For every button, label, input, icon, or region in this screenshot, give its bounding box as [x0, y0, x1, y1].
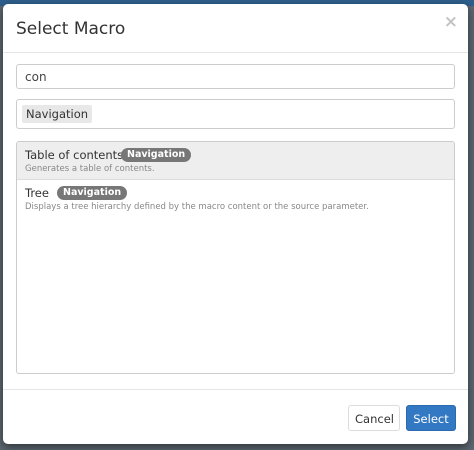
- macro-description: Displays a tree hierarchy defined by the…: [25, 202, 369, 212]
- category-badge: Navigation: [121, 148, 192, 162]
- macro-description: Generates a table of contents.: [25, 164, 155, 174]
- category-chip-navigation[interactable]: Navigation: [22, 105, 93, 123]
- macro-search-input[interactable]: [16, 64, 455, 89]
- list-item-tree[interactable]: Tree Navigation Displays a tree hierarch…: [17, 180, 454, 217]
- category-filter[interactable]: Navigation: [16, 99, 455, 129]
- close-icon[interactable]: ×: [444, 14, 458, 31]
- dialog-footer: Cancel Select: [3, 389, 468, 444]
- category-badge: Navigation: [57, 186, 128, 200]
- macro-results-list[interactable]: Table of contents Navigation Generates a…: [16, 141, 455, 374]
- dialog-header: Select Macro ×: [3, 4, 468, 53]
- macro-name: Table of contents: [25, 148, 124, 162]
- dialog-title: Select Macro: [16, 19, 126, 39]
- macro-name: Tree: [25, 186, 49, 200]
- select-macro-dialog: Select Macro × Navigation Table of conte…: [3, 4, 468, 444]
- cancel-button[interactable]: Cancel: [348, 405, 400, 431]
- select-button[interactable]: Select: [406, 405, 456, 431]
- list-item-table-of-contents[interactable]: Table of contents Navigation Generates a…: [17, 142, 454, 180]
